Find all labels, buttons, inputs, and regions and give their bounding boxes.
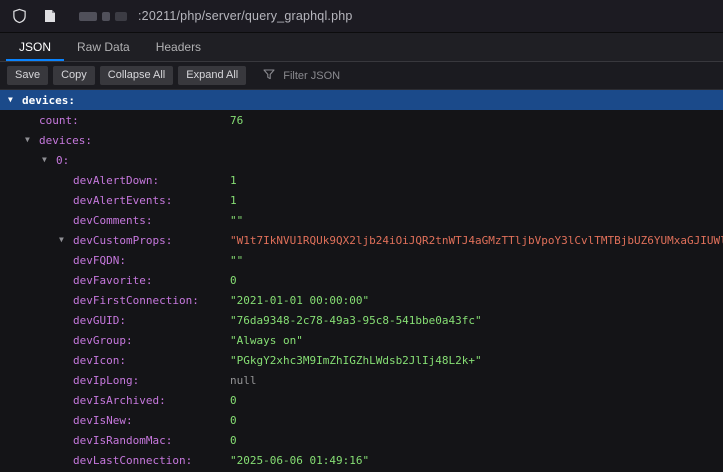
- json-key: count:: [39, 114, 79, 127]
- url-text: :20211/php/server/query_graphql.php: [138, 9, 353, 23]
- tree-row[interactable]: devGUID: "76da9348-2c78-49a3-95c8-541bbe0…: [0, 310, 723, 330]
- filter-area: [263, 67, 716, 85]
- tree-row[interactable]: ▼devCustomProps: "W1t7IkNVU1RQUk9QX2ljb24…: [0, 230, 723, 250]
- viewer-toolbar: Save Copy Collapse All Expand All: [0, 62, 723, 90]
- json-key: devCustomProps:: [73, 234, 172, 247]
- shield-icon[interactable]: [12, 8, 27, 24]
- json-value: "2021-01-01 00:00:00": [230, 294, 369, 307]
- expander-icon[interactable]: ▼: [59, 230, 73, 250]
- page-icon[interactable]: [44, 9, 56, 23]
- tab-headers[interactable]: Headers: [143, 33, 214, 61]
- redacted-host: [79, 12, 127, 21]
- json-value: 0: [230, 394, 237, 407]
- json-value: "": [230, 214, 243, 227]
- collapse-all-button[interactable]: Collapse All: [100, 66, 173, 85]
- viewer-tabs: JSONRaw DataHeaders: [0, 33, 723, 62]
- url-bar[interactable]: :20211/php/server/query_graphql.php: [0, 0, 723, 33]
- json-value: null: [230, 374, 257, 387]
- tree-row[interactable]: ▼0:: [0, 150, 723, 170]
- json-key: 0:: [56, 154, 69, 167]
- json-key: devIsArchived:: [73, 394, 166, 407]
- json-value: "PGkgY2xhc3M9ImZhIGZhLWdsb2JlIj48L2k+": [230, 354, 482, 367]
- redacted-block: [102, 12, 110, 21]
- json-key: devFirstConnection:: [73, 294, 199, 307]
- redacted-block: [115, 12, 127, 21]
- tree-row[interactable]: devIsArchived: 0: [0, 390, 723, 410]
- json-key: devAlertEvents:: [73, 194, 172, 207]
- json-tree: ▼devices:count:76▼devices:▼0:devAlertDow…: [0, 90, 723, 470]
- json-key: devices:: [39, 134, 92, 147]
- json-key: devComments:: [73, 214, 152, 227]
- tree-row[interactable]: devGroup: "Always on": [0, 330, 723, 350]
- toolbar-buttons: Save Copy Collapse All Expand All: [7, 66, 246, 85]
- redacted-block: [79, 12, 97, 21]
- tree-row[interactable]: ▼devices:: [0, 130, 723, 150]
- tree-row[interactable]: devFirstConnection: "2021-01-01 00:00:00": [0, 290, 723, 310]
- json-value: 1: [230, 174, 237, 187]
- json-key: devIsRandomMac:: [73, 434, 172, 447]
- expand-all-button[interactable]: Expand All: [178, 66, 246, 85]
- tree-row[interactable]: devIcon: "PGkgY2xhc3M9ImZhIGZhLWdsb2JlIj4…: [0, 350, 723, 370]
- json-value: "W1t7IkNVU1RQUk9QX2ljb24iOiJQR2tnWTJ4aGM…: [230, 234, 723, 247]
- filter-json-input[interactable]: [281, 69, 501, 83]
- tree-row[interactable]: ▼devices:: [0, 90, 723, 110]
- json-value: 1: [230, 194, 237, 207]
- save-button[interactable]: Save: [7, 66, 48, 85]
- json-value: "76da9348-2c78-49a3-95c8-541bbe0a43fc": [230, 314, 482, 327]
- tab-json[interactable]: JSON: [6, 33, 64, 61]
- json-key: devices:: [22, 94, 75, 107]
- json-value: 76: [230, 114, 243, 127]
- tree-row[interactable]: devFQDN: "": [0, 250, 723, 270]
- json-value: 0: [230, 414, 237, 427]
- json-value: "": [230, 254, 243, 267]
- json-key: devFQDN:: [73, 254, 126, 267]
- expander-icon[interactable]: ▼: [8, 90, 22, 110]
- filter-funnel-icon: [263, 67, 275, 85]
- json-key: devIpLong:: [73, 374, 139, 387]
- json-value: "2025-06-06 01:49:16": [230, 454, 369, 467]
- json-key: devFavorite:: [73, 274, 152, 287]
- json-value: "Always on": [230, 334, 303, 347]
- tree-row[interactable]: devFavorite: 0: [0, 270, 723, 290]
- tree-row[interactable]: devAlertDown: 1: [0, 170, 723, 190]
- tree-row[interactable]: count: 76: [0, 110, 723, 130]
- json-value: 0: [230, 274, 237, 287]
- tree-row[interactable]: devIsRandomMac: 0: [0, 430, 723, 450]
- expander-icon[interactable]: ▼: [25, 130, 39, 150]
- json-key: devLastConnection:: [73, 454, 192, 467]
- tree-row[interactable]: devAlertEvents: 1: [0, 190, 723, 210]
- tree-row[interactable]: devIsNew: 0: [0, 410, 723, 430]
- copy-button[interactable]: Copy: [53, 66, 95, 85]
- expander-icon[interactable]: ▼: [42, 150, 56, 170]
- json-key: devIsNew:: [73, 414, 133, 427]
- tree-row[interactable]: devComments: "": [0, 210, 723, 230]
- tree-row[interactable]: devLastConnection: "2025-06-06 01:49:16": [0, 450, 723, 470]
- json-value: 0: [230, 434, 237, 447]
- json-key: devGroup:: [73, 334, 133, 347]
- json-key: devAlertDown:: [73, 174, 159, 187]
- json-key: devIcon:: [73, 354, 126, 367]
- tree-row[interactable]: devIpLong: null: [0, 370, 723, 390]
- json-key: devGUID:: [73, 314, 126, 327]
- tab-raw-data[interactable]: Raw Data: [64, 33, 143, 61]
